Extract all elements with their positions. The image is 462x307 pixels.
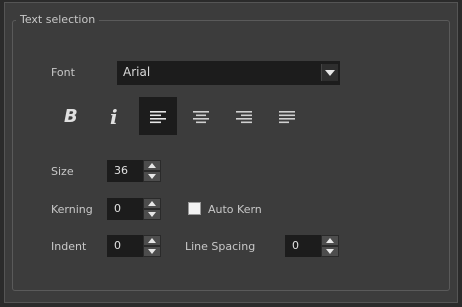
font-value: Arial xyxy=(123,65,151,79)
font-select[interactable]: Arial xyxy=(117,61,340,85)
line-spacing-value: 0 xyxy=(292,239,299,252)
kerning-value: 0 xyxy=(114,202,121,215)
justify-icon xyxy=(279,111,295,124)
spin-up-icon[interactable] xyxy=(143,160,161,171)
kerning-spinbox[interactable]: 0 xyxy=(107,198,161,220)
size-spin-buttons xyxy=(143,160,161,182)
align-left-button[interactable] xyxy=(139,97,177,135)
italic-icon: i xyxy=(110,105,118,129)
spin-up-icon[interactable] xyxy=(143,198,161,209)
size-spinbox[interactable]: 36 xyxy=(107,160,161,182)
line-spacing-spinbox[interactable]: 0 xyxy=(285,235,339,257)
line-spacing-spin-buttons xyxy=(321,235,339,257)
align-right-icon xyxy=(236,111,252,124)
auto-kern-label: Auto Kern xyxy=(208,203,262,216)
indent-spinbox[interactable]: 0 xyxy=(107,235,161,257)
indent-spin-buttons xyxy=(143,235,161,257)
line-spacing-label: Line Spacing xyxy=(185,240,256,253)
italic-button[interactable]: i xyxy=(96,97,134,135)
spin-down-icon[interactable] xyxy=(321,246,339,257)
spin-up-icon[interactable] xyxy=(143,235,161,246)
size-label: Size xyxy=(51,165,74,178)
auto-kern-checkbox[interactable] xyxy=(188,202,201,215)
indent-value: 0 xyxy=(114,239,121,252)
align-center-button[interactable] xyxy=(182,97,220,135)
kerning-spin-buttons xyxy=(143,198,161,220)
spin-down-icon[interactable] xyxy=(143,171,161,182)
bold-button[interactable]: B xyxy=(53,97,91,135)
font-label: Font xyxy=(51,66,75,79)
align-left-icon xyxy=(150,111,166,124)
group-title: Text selection xyxy=(16,13,100,26)
dropdown-arrow-icon[interactable] xyxy=(321,64,338,81)
indent-label: Indent xyxy=(51,240,87,253)
align-center-icon xyxy=(193,111,209,124)
spin-down-icon[interactable] xyxy=(143,246,161,257)
spin-up-icon[interactable] xyxy=(321,235,339,246)
justify-button[interactable] xyxy=(268,97,306,135)
kerning-label: Kerning xyxy=(51,203,93,216)
align-right-button[interactable] xyxy=(225,97,263,135)
spin-down-icon[interactable] xyxy=(143,209,161,220)
size-value: 36 xyxy=(114,164,128,177)
bold-icon: B xyxy=(64,106,78,127)
